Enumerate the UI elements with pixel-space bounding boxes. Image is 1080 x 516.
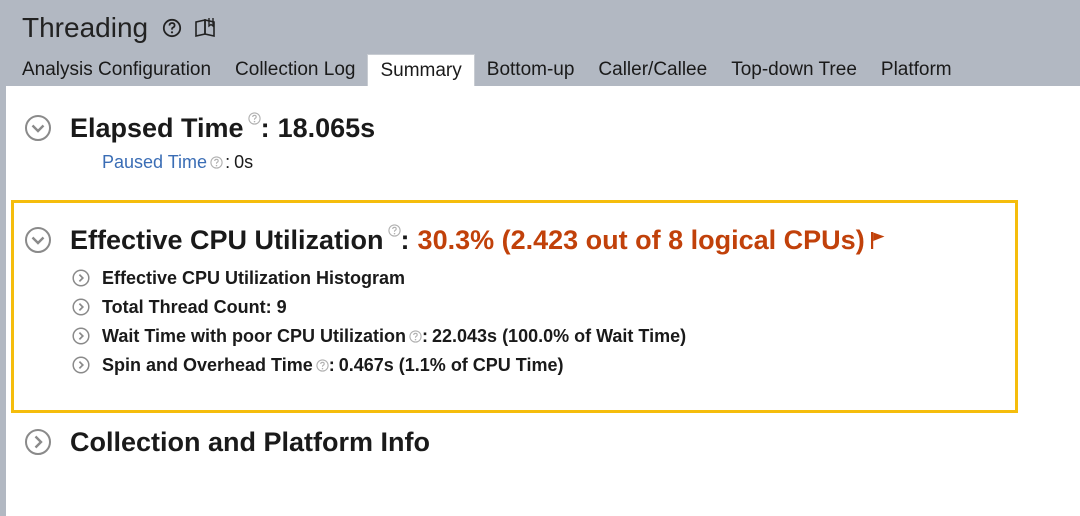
tab-analysis-configuration[interactable]: Analysis Configuration bbox=[10, 54, 223, 86]
paused-time-colon: : bbox=[225, 152, 231, 172]
left-border bbox=[0, 86, 6, 516]
paused-time-row: Paused Time : 0s bbox=[102, 152, 253, 173]
elapsed-time-label: Elapsed Time bbox=[70, 112, 244, 143]
book-icon[interactable] bbox=[194, 17, 218, 39]
total-thread-count-item: Total Thread Count: 9 bbox=[72, 295, 287, 319]
expand-chevron-icon[interactable] bbox=[24, 428, 52, 456]
cpu-utilization-section: Effective CPU Utilization : 30.3% (2.423… bbox=[24, 222, 887, 258]
help-icon[interactable] bbox=[210, 156, 223, 169]
spin-overhead-item: Spin and Overhead Time : 0.467s (1.1% of… bbox=[72, 353, 564, 377]
wait-time-item: Wait Time with poor CPU Utilization : 22… bbox=[72, 324, 686, 348]
cpu-utilization-value: 30.3% (2.423 out of 8 logical CPUs) bbox=[417, 224, 865, 255]
collapse-chevron-icon[interactable] bbox=[24, 226, 52, 254]
tab-caller-callee[interactable]: Caller/Callee bbox=[586, 54, 719, 86]
collapse-chevron-icon[interactable] bbox=[24, 114, 52, 142]
paused-time-link[interactable]: Paused Time bbox=[102, 152, 207, 173]
spin-overhead-label[interactable]: Spin and Overhead Time bbox=[102, 355, 313, 376]
tab-top-down-tree[interactable]: Top-down Tree bbox=[719, 54, 869, 86]
cpu-utilization-label: Effective CPU Utilization bbox=[70, 224, 384, 255]
help-icon[interactable] bbox=[316, 358, 329, 372]
elapsed-time-value: 18.065s bbox=[277, 112, 376, 143]
wait-time-value: 22.043s (100.0% of Wait Time) bbox=[432, 325, 687, 346]
elapsed-time-colon: : bbox=[260, 112, 270, 143]
tab-bottom-up[interactable]: Bottom-up bbox=[475, 54, 587, 86]
tab-collection-log[interactable]: Collection Log bbox=[223, 54, 367, 86]
total-thread-count-label[interactable]: Total Thread Count: 9 bbox=[102, 297, 287, 318]
help-icon[interactable] bbox=[247, 112, 261, 125]
wait-time-colon: : bbox=[422, 325, 428, 346]
cpu-histogram-label[interactable]: Effective CPU Utilization Histogram bbox=[102, 268, 405, 289]
window-header: Threading Analysis Configuration Collect… bbox=[0, 0, 1080, 86]
analysis-title: Threading bbox=[22, 12, 149, 43]
help-circle-icon[interactable] bbox=[162, 18, 182, 38]
help-icon[interactable] bbox=[409, 329, 422, 343]
title-row: Threading bbox=[22, 10, 218, 46]
paused-time-value: 0s bbox=[234, 152, 254, 172]
expand-chevron-icon[interactable] bbox=[72, 356, 90, 374]
tab-platform[interactable]: Platform bbox=[869, 54, 964, 86]
platform-info-section: Collection and Platform Info bbox=[24, 424, 430, 460]
tab-bar: Analysis Configuration Collection Log Su… bbox=[10, 54, 964, 86]
spin-overhead-value: 0.467s (1.1% of CPU Time) bbox=[338, 354, 564, 375]
platform-info-label[interactable]: Collection and Platform Info bbox=[70, 427, 430, 458]
warning-flag-icon[interactable] bbox=[869, 229, 887, 251]
cpu-histogram-item: Effective CPU Utilization Histogram bbox=[72, 266, 405, 290]
elapsed-time-section: Elapsed Time : 18.065s bbox=[24, 110, 375, 146]
expand-chevron-icon[interactable] bbox=[72, 269, 90, 287]
help-icon[interactable] bbox=[387, 224, 401, 237]
spin-overhead-colon: : bbox=[328, 354, 335, 375]
wait-time-label[interactable]: Wait Time with poor CPU Utilization bbox=[102, 326, 406, 347]
expand-chevron-icon[interactable] bbox=[72, 298, 90, 316]
tab-summary[interactable]: Summary bbox=[367, 54, 475, 86]
cpu-utilization-colon: : bbox=[400, 224, 410, 255]
expand-chevron-icon[interactable] bbox=[72, 327, 90, 345]
